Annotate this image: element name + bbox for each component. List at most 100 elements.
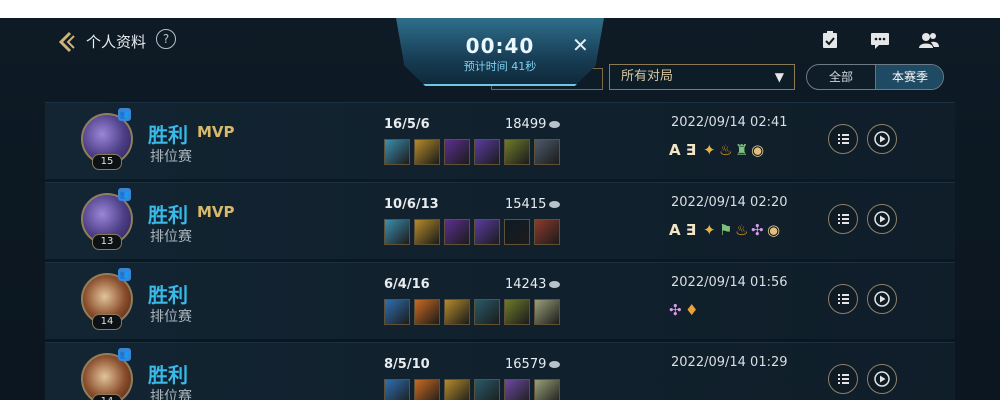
item-slot [474, 299, 500, 325]
party-icon: 👥 [118, 188, 131, 201]
toggle-all[interactable]: 全部 [807, 65, 875, 89]
achievement-badge: ♨ [735, 221, 749, 239]
champion-level: 14 [92, 394, 122, 400]
close-icon[interactable]: ✕ [572, 35, 589, 55]
mvp-badge: MVP [197, 203, 235, 221]
item-slot [444, 379, 470, 400]
gold-icon [549, 121, 561, 128]
friends-icon[interactable] [918, 30, 940, 50]
item-slot [384, 219, 410, 245]
play-icon [874, 291, 890, 307]
top-bar: 个人资料 ? 我的视频 00:40 预计时间 41秒 ✕ 所有对局 ▼ 全部 本… [0, 18, 1000, 98]
match-date: 2022/09/14 01:29 [671, 355, 788, 370]
chevron-down-icon: ▼ [774, 70, 784, 84]
gold-icon [549, 201, 561, 208]
match-date: 2022/09/14 02:20 [671, 195, 788, 210]
item-slot [384, 299, 410, 325]
champion-avatar[interactable]: 👥 13 [81, 188, 133, 250]
item-slot [534, 139, 560, 165]
match-detail-button[interactable] [828, 204, 858, 234]
replay-button[interactable] [867, 204, 897, 234]
match-filter-value: 所有对局 [621, 69, 674, 84]
gold-icon [549, 281, 561, 288]
item-slot [444, 139, 470, 165]
toggle-season[interactable]: 本赛季 [875, 65, 943, 89]
match-detail-button[interactable] [828, 124, 858, 154]
match-mode: 排位赛 [150, 309, 192, 325]
item-slot [504, 379, 530, 400]
match-mode: 排位赛 [150, 229, 192, 245]
item-slot [534, 299, 560, 325]
estimated-time: 预计时间 41秒 [463, 60, 537, 73]
item-slot [474, 219, 500, 245]
list-icon [838, 374, 849, 384]
item-slot [504, 299, 530, 325]
list-icon [838, 134, 849, 144]
achievement-badge: ✣ [669, 301, 682, 319]
gold-value: 18499 [505, 117, 547, 132]
gold-icon [549, 361, 561, 368]
match-row[interactable]: 👥 13 胜利 MVP 排位赛 10/6/13 15415 2022/09/14 02:20 A… [45, 182, 955, 259]
match-result: 胜利 [148, 283, 188, 307]
replay-button[interactable] [867, 364, 897, 394]
back-button[interactable] [55, 30, 79, 54]
champion-avatar[interactable]: 👥 14 [81, 268, 133, 330]
item-slot [444, 299, 470, 325]
item-slot [534, 219, 560, 245]
play-icon [874, 371, 890, 387]
item-slot [474, 139, 500, 165]
match-result: 胜利 [148, 363, 188, 387]
gold-value: 16579 [505, 357, 547, 372]
page-title: 个人资料 [86, 33, 147, 51]
play-icon [874, 211, 890, 227]
match-history-screen: 个人资料 ? 我的视频 00:40 预计时间 41秒 ✕ 所有对局 ▼ 全部 本… [0, 18, 1000, 400]
item-slot [504, 219, 530, 245]
gold-earned: 18499 [505, 117, 561, 132]
match-detail-button[interactable] [828, 284, 858, 314]
replay-button[interactable] [867, 124, 897, 154]
champion-level: 14 [92, 314, 122, 330]
achievement-badge: ♨ [719, 141, 733, 159]
achievement-badge: ✦ [703, 141, 716, 159]
match-row[interactable]: 👥 14 胜利排位赛 8/5/10 16579 2022/09/14 01:29 [45, 342, 955, 400]
achievement-badge: ♦ [685, 301, 699, 319]
season-toggle[interactable]: 全部 本赛季 [806, 64, 944, 90]
achievement-badge: A [669, 141, 681, 159]
checklist-icon[interactable] [820, 30, 842, 50]
match-mode: 排位赛 [150, 389, 192, 400]
match-detail-button[interactable] [828, 364, 858, 394]
item-slot [414, 299, 440, 325]
kda: 8/5/10 [384, 357, 430, 372]
list-icon [838, 214, 849, 224]
achievement-badge: ✦ [703, 221, 716, 239]
mvp-badge: MVP [197, 123, 235, 141]
achievement-badge: A [669, 221, 681, 239]
list-icon [838, 294, 849, 304]
match-date: 2022/09/14 01:56 [671, 275, 788, 290]
match-row[interactable]: 👥 15 胜利 MVP 排位赛 16/5/6 18499 2022/09/14 02:41 A ∃… [45, 102, 955, 179]
champion-level: 13 [92, 234, 122, 250]
match-filter-select[interactable]: 所有对局 ▼ [609, 64, 795, 90]
gold-earned: 14243 [505, 277, 561, 292]
gold-value: 14243 [505, 277, 547, 292]
match-result: 胜利 [148, 203, 188, 227]
item-slot [414, 139, 440, 165]
party-icon: 👥 [118, 268, 131, 281]
item-slot [414, 219, 440, 245]
replay-button[interactable] [867, 284, 897, 314]
kda: 6/4/16 [384, 277, 430, 292]
queue-timer-panel: 00:40 预计时间 41秒 ✕ [396, 18, 604, 86]
achievement-badge: ∃ [686, 221, 697, 239]
match-row[interactable]: 👥 14 胜利排位赛 6/4/16 14243 2022/09/14 01:56 ✣ ♦ [45, 262, 955, 339]
item-slot [384, 139, 410, 165]
achievement-badge: ◉ [751, 141, 765, 159]
item-slot [474, 379, 500, 400]
achievement-badge: ✣ [751, 221, 764, 239]
achievement-badge: ♜ [735, 141, 749, 159]
champion-avatar[interactable]: 👥 14 [81, 348, 133, 400]
chat-icon[interactable] [869, 30, 891, 50]
party-icon: 👥 [118, 108, 131, 121]
help-icon[interactable]: ? [156, 29, 176, 49]
champion-avatar[interactable]: 👥 15 [81, 108, 133, 170]
chevron-left-icon [58, 31, 75, 53]
